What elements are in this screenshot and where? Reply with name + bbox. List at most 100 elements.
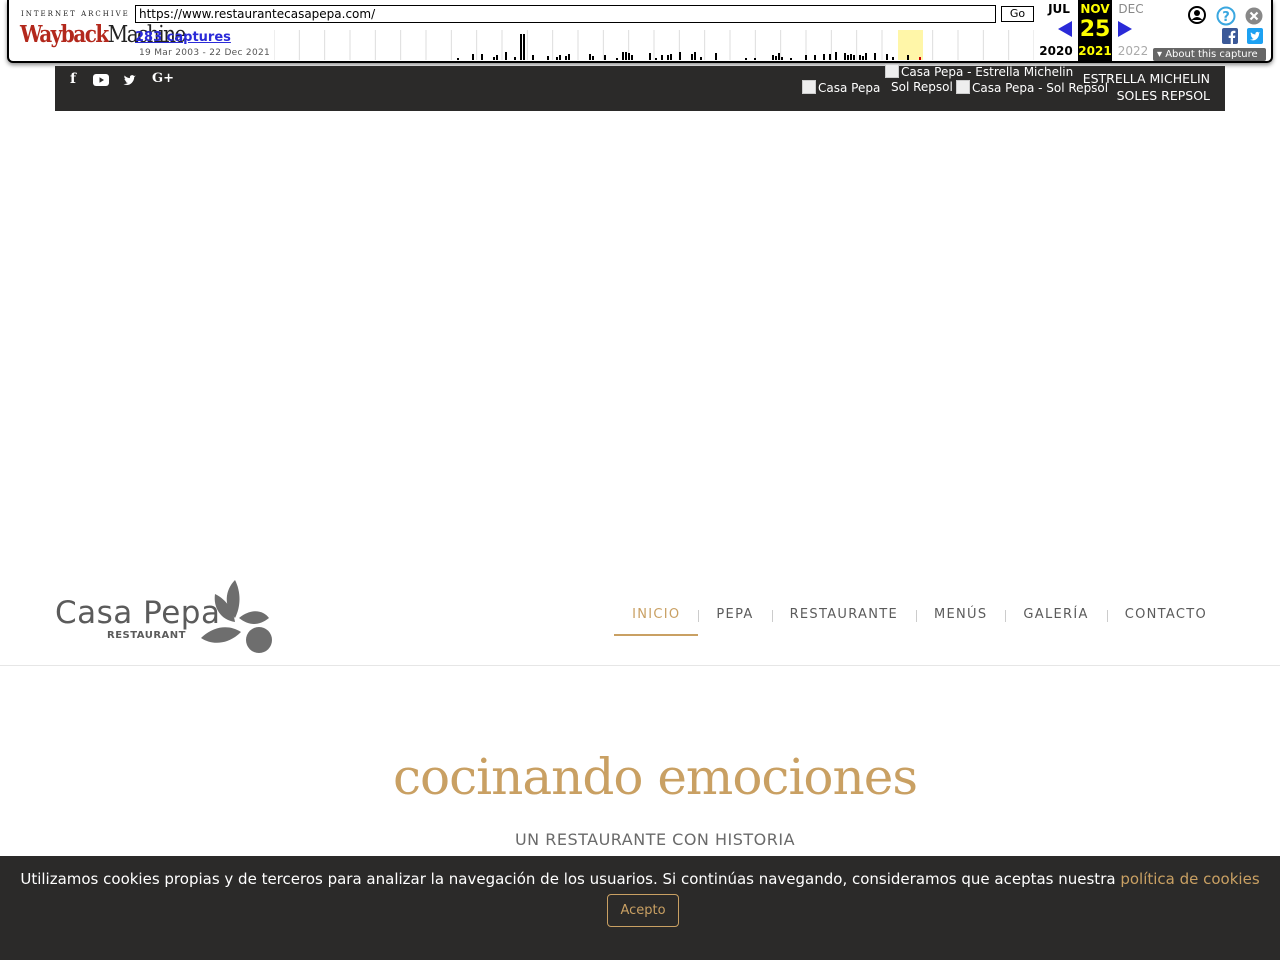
sparkline-bar	[565, 56, 567, 60]
sparkline-bar	[481, 54, 483, 60]
sparkline-bar	[823, 54, 825, 60]
sparkline-bar	[829, 54, 831, 60]
sparkline-bar	[589, 54, 591, 60]
user-icon[interactable]	[1188, 6, 1206, 24]
wayback-go-button[interactable]: Go	[1001, 6, 1034, 22]
sol-repsol-image: Sol Repsol	[891, 80, 953, 94]
sparkline-bar	[919, 57, 921, 60]
wayback-date-range: 19 Mar 2003 - 22 Dec 2021	[139, 48, 271, 58]
sparkline-bar	[715, 53, 717, 60]
sparkline-bar	[622, 52, 624, 60]
help-icon[interactable]: ?	[1216, 6, 1236, 26]
wayback-next-arrow-icon[interactable]	[1118, 21, 1132, 37]
logo-subtitle: RESTAURANT	[107, 630, 186, 641]
wayback-toolbar: INTERNET ARCHIVE WaybackMachine https://…	[0, 0, 1280, 66]
nav-item-restaurante[interactable]: RESTAURANTE	[771, 596, 916, 636]
sparkline-bar	[778, 53, 780, 60]
sparkline-bar	[616, 58, 618, 60]
wayback-prev-month[interactable]: JUL	[1042, 2, 1076, 16]
sparkline-bar	[559, 55, 561, 60]
nav-item-pepa[interactable]: PEPA	[698, 596, 771, 636]
casa-pepa-image: Casa Pepa	[802, 80, 880, 95]
sparkline-bar	[886, 54, 888, 60]
sparkline-bar	[745, 58, 747, 60]
sparkline-bar	[661, 55, 663, 60]
close-icon[interactable]	[1245, 7, 1263, 25]
sparkline-bar	[847, 55, 849, 60]
twitter-icon[interactable]	[123, 74, 137, 86]
sparkline-bar	[604, 55, 606, 60]
sparkline-bar	[835, 52, 837, 60]
cookie-policy-link[interactable]: política de cookies	[1120, 870, 1259, 888]
wayback-current-month: NOV	[1080, 2, 1110, 16]
wayback-prev-arrow-icon[interactable]	[1058, 21, 1072, 37]
sparkline-bar	[781, 57, 783, 60]
sparkline-bar	[892, 57, 894, 60]
wayback-next-month: DEC	[1118, 2, 1144, 16]
site-logo[interactable]: Casa Pepa RESTAURANT	[55, 578, 275, 658]
sparkline-bar	[505, 52, 507, 60]
wayback-sparkline[interactable]	[274, 30, 1034, 60]
sparkline-bar	[790, 58, 792, 60]
wayback-prev-year[interactable]: 2020	[1039, 44, 1073, 58]
facebook-icon[interactable]: f	[70, 71, 76, 87]
sparkline-bar	[649, 53, 651, 60]
cookie-banner: Utilizamos cookies propias y de terceros…	[0, 856, 1280, 960]
sparkline-bar	[568, 54, 570, 60]
sparkline-bar	[472, 54, 474, 60]
sparkline-bar	[859, 55, 861, 60]
sparkline-bar	[523, 34, 525, 60]
awards-text: ESTRELLA MICHELIN SOLES REPSOL	[1083, 70, 1210, 104]
broken-image-icon	[885, 64, 899, 78]
awards-line-michelin: ESTRELLA MICHELIN	[1082, 71, 1210, 86]
sparkline-bar	[700, 57, 702, 60]
header-divider	[0, 665, 1280, 666]
awards-line-repsol: SOLES REPSOL	[1116, 88, 1210, 103]
sparkline-bar	[547, 56, 549, 60]
sparkline-bar	[457, 58, 459, 60]
svg-text:?: ?	[1222, 10, 1230, 25]
leaf-icon	[201, 580, 272, 653]
google-plus-icon[interactable]: G+	[152, 71, 174, 86]
wayback-calendar: JUL NOV DEC 25 2020 2021 2022	[1036, 0, 1152, 62]
broken-image-icon	[802, 80, 816, 94]
nav-item-galeria[interactable]: GALERÍA	[1005, 596, 1106, 636]
twitter-icon[interactable]	[1247, 28, 1263, 44]
image-alt-text: Casa Pepa	[818, 81, 881, 95]
broken-image-icon	[956, 80, 970, 94]
sparkline-bar	[667, 55, 669, 60]
chevron-down-icon: ▾	[1157, 49, 1163, 60]
sparkline-bar	[862, 56, 864, 60]
wayback-next-year: 2022	[1117, 44, 1149, 58]
nav-item-inicio[interactable]: INICIO	[614, 596, 699, 636]
nav-item-menus[interactable]: MENÚS	[916, 596, 1005, 636]
hero-headline: cocinando emociones	[393, 748, 918, 806]
cookie-text: Utilizamos cookies propias y de terceros…	[0, 870, 1280, 888]
sparkline-bar	[865, 53, 867, 60]
nav-item-contacto[interactable]: CONTACTO	[1106, 596, 1225, 636]
sparkline-bar	[844, 53, 846, 60]
image-alt-text: Casa Pepa - Estrella Michelin	[901, 65, 1074, 79]
sparkline-bar	[907, 55, 909, 60]
cookie-accept-button[interactable]: Acepto	[607, 894, 679, 927]
wayback-about-capture[interactable]: ▾ About this capture	[1153, 48, 1266, 61]
cookie-message: Utilizamos cookies propias y de terceros…	[20, 870, 1121, 888]
youtube-icon[interactable]	[93, 74, 109, 86]
wayback-url-input[interactable]: https://www.restaurantecasapepa.com/	[135, 5, 996, 23]
wayback-captures-link[interactable]: 283 captures	[135, 30, 231, 45]
sparkline-bar	[532, 55, 534, 60]
sparkline-bar	[670, 54, 672, 60]
wayback-about-label: About this capture	[1165, 49, 1258, 60]
hero-subline: UN RESTAURANTE CON HISTORIA	[514, 830, 796, 849]
sparkline-bar	[496, 55, 498, 60]
facebook-icon[interactable]	[1222, 28, 1238, 44]
estrella-michelin-image: Casa Pepa - Estrella Michelin	[885, 64, 1073, 79]
sparkline-bar	[853, 55, 855, 60]
sparkline-bar	[805, 55, 807, 60]
wayback-logo-word-1: Wayback	[20, 20, 109, 48]
wayback-current-year: 2021	[1078, 44, 1112, 58]
sparkline-bar	[556, 57, 558, 60]
sparkline-bar	[655, 58, 657, 60]
sparkline-bar	[850, 54, 852, 60]
sparkline-bar	[493, 57, 495, 60]
